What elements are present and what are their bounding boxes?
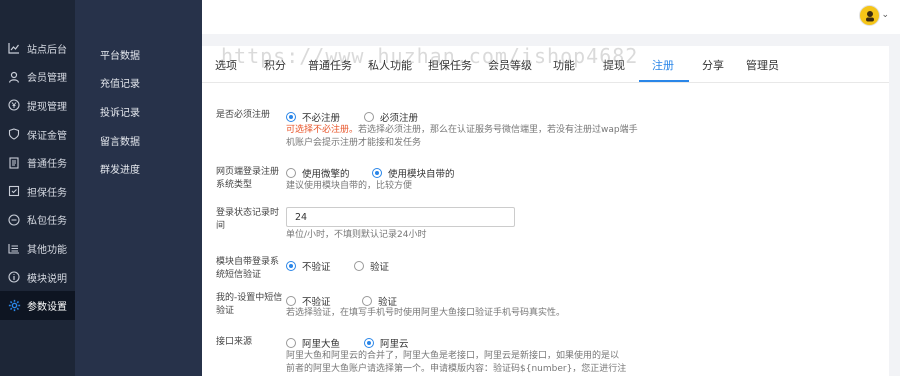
sidebar-item-other[interactable]: 其他功能 bbox=[0, 234, 75, 263]
sidebar-item-label: 站点后台 bbox=[27, 44, 67, 56]
tab-guarantee[interactable]: 担保任务 bbox=[428, 57, 472, 73]
document-icon bbox=[7, 156, 21, 170]
radio-aliyun[interactable]: 阿里云 bbox=[364, 336, 409, 350]
radio-label: 验证 bbox=[370, 262, 390, 273]
sidebar-item-normal-task[interactable]: 普通任务 bbox=[0, 148, 75, 177]
radio-alidayu[interactable]: 阿里大鱼 bbox=[286, 336, 340, 350]
tab-register[interactable]: 注册 bbox=[652, 57, 674, 73]
radio-my-verify[interactable]: 验证 bbox=[362, 294, 397, 308]
sidebar-item-members[interactable]: 会员管理 bbox=[0, 63, 75, 92]
chart-icon bbox=[7, 41, 21, 55]
list-icon bbox=[7, 241, 21, 255]
sidebar-item-deposit[interactable]: 保证金管 bbox=[0, 120, 75, 149]
sidebar-item-label: 保证金管 bbox=[27, 130, 67, 142]
help-warning: 可选择不必注册。 bbox=[286, 125, 359, 135]
sidebar-item-label: 会员管理 bbox=[27, 73, 67, 85]
tab-member-level[interactable]: 会员等级 bbox=[488, 57, 532, 73]
sidebar-item-label: 模块说明 bbox=[27, 273, 67, 285]
radio-module-verify[interactable]: 验证 bbox=[354, 259, 389, 273]
tab-private[interactable]: 私人功能 bbox=[368, 57, 412, 73]
settings-tabs: 选项 积分 普通任务 私人功能 担保任务 会员等级 功能 提现 注册 分享 管理… bbox=[202, 46, 889, 83]
sidebar-item-label: 其他功能 bbox=[27, 244, 67, 256]
radio-my-no-verify[interactable]: 不验证 bbox=[286, 294, 331, 308]
tab-points[interactable]: 积分 bbox=[264, 57, 286, 73]
active-tab-indicator bbox=[639, 80, 689, 82]
subnav-item-message-data[interactable]: 留言数据 bbox=[75, 126, 202, 155]
sidebar-item-label: 担保任务 bbox=[27, 187, 67, 199]
subnav-item-platform-data[interactable]: 平台数据 bbox=[75, 40, 202, 69]
subnav-item-broadcast-progress[interactable]: 群发进度 bbox=[75, 154, 202, 183]
radio-label: 不验证 bbox=[302, 297, 331, 308]
sidebar-item-site-backend[interactable]: 站点后台 bbox=[0, 34, 75, 63]
sidebar-item-settings[interactable]: 参数设置 bbox=[0, 291, 75, 320]
module-sms-label: 模块自带登录系统短信验证 bbox=[216, 257, 280, 280]
radio-label: 阿里云 bbox=[380, 339, 409, 350]
radio-label: 使用微擎的 bbox=[302, 169, 350, 180]
sidebar-item-label: 私包任务 bbox=[27, 216, 67, 228]
sidebar-item-label: 提现管理 bbox=[27, 101, 67, 113]
tab-options[interactable]: 选项 bbox=[215, 57, 237, 73]
sidebar-item-private-task[interactable]: 私包任务 bbox=[0, 206, 75, 235]
sidebar-item-withdraw[interactable]: 提现管理 bbox=[0, 91, 75, 120]
sidebar-item-module-info[interactable]: 模块说明 bbox=[0, 263, 75, 292]
tab-withdraw[interactable]: 提现 bbox=[603, 57, 625, 73]
gear-icon bbox=[7, 299, 21, 313]
shield-icon bbox=[7, 127, 21, 141]
must-register-help: 可选择不必注册。若选择必须注册，那么在认证服务号微信端里，若没有注册过wap端手… bbox=[286, 124, 646, 150]
radio-label: 不验证 bbox=[302, 262, 331, 273]
page-style-label: 网页端登录注册系统类型 bbox=[216, 167, 280, 190]
sub-sidebar: 平台数据 充值记录 投诉记录 留言数据 群发进度 bbox=[75, 0, 202, 376]
page-style-help: 建议使用模块自带的，比较方便 bbox=[286, 181, 413, 191]
sidebar-item-label: 普通任务 bbox=[27, 159, 67, 171]
private-icon bbox=[7, 213, 21, 227]
guarantee-icon bbox=[7, 184, 21, 198]
tab-normal-task[interactable]: 普通任务 bbox=[308, 57, 352, 73]
info-icon bbox=[7, 270, 21, 284]
login-time-label: 登录状态记录时间 bbox=[216, 208, 280, 231]
radio-label: 使用模块自带的 bbox=[388, 169, 455, 180]
avatar[interactable] bbox=[859, 5, 880, 26]
radio-module-no-verify[interactable]: 不验证 bbox=[286, 259, 331, 273]
my-sms-label: 我的-设置中短信验证 bbox=[216, 293, 283, 316]
tab-share[interactable]: 分享 bbox=[702, 57, 724, 73]
chevron-down-icon[interactable]: ⌄ bbox=[881, 10, 889, 20]
api-source-help-line2: 前者的阿里大鱼账户请选择第一个。申请模版内容：验证码${number}，您正进行… bbox=[286, 364, 627, 374]
radio-use-weiqing[interactable]: 使用微擎的 bbox=[286, 166, 350, 180]
radio-label: 阿里大鱼 bbox=[302, 339, 341, 350]
login-time-input[interactable] bbox=[286, 207, 515, 227]
api-source-label: 接口来源 bbox=[216, 337, 253, 347]
radio-label: 不必注册 bbox=[302, 113, 341, 124]
radio-label: 验证 bbox=[378, 297, 398, 308]
yen-icon bbox=[7, 98, 21, 112]
must-register-label: 是否必须注册 bbox=[216, 110, 271, 120]
login-time-help: 单位/小时，不填则默认记录24小时 bbox=[286, 230, 427, 240]
radio-no-register[interactable]: 不必注册 bbox=[286, 110, 340, 124]
tab-functions[interactable]: 功能 bbox=[553, 57, 575, 73]
radio-use-module[interactable]: 使用模块自带的 bbox=[372, 166, 455, 180]
subnav-item-complaint-records[interactable]: 投诉记录 bbox=[75, 97, 202, 126]
radio-must-register[interactable]: 必须注册 bbox=[364, 110, 418, 124]
api-source-help-line1: 阿里大鱼和阿里云的合并了，阿里大鱼是老接口，阿里云是新接口，如果使用的是以 bbox=[286, 351, 620, 361]
settings-card: 选项 积分 普通任务 私人功能 担保任务 会员等级 功能 提现 注册 分享 管理… bbox=[202, 46, 889, 376]
radio-label: 必须注册 bbox=[380, 113, 419, 124]
tab-admin[interactable]: 管理员 bbox=[746, 57, 779, 73]
user-icon bbox=[7, 70, 21, 84]
sidebar-item-guarantee-task[interactable]: 担保任务 bbox=[0, 177, 75, 206]
my-sms-help: 若选择验证，在填写手机号时使用阿里大鱼接口验证手机号码真实性。 bbox=[286, 308, 566, 318]
main-sidebar: 站点后台 会员管理 提现管理 保证金管 普通任务 担保任务 私包任务 其他功能 … bbox=[0, 0, 75, 376]
subnav-item-recharge-records[interactable]: 充值记录 bbox=[75, 69, 202, 98]
top-bar: ⌄ bbox=[202, 0, 900, 34]
sidebar-item-label: 参数设置 bbox=[27, 302, 67, 314]
